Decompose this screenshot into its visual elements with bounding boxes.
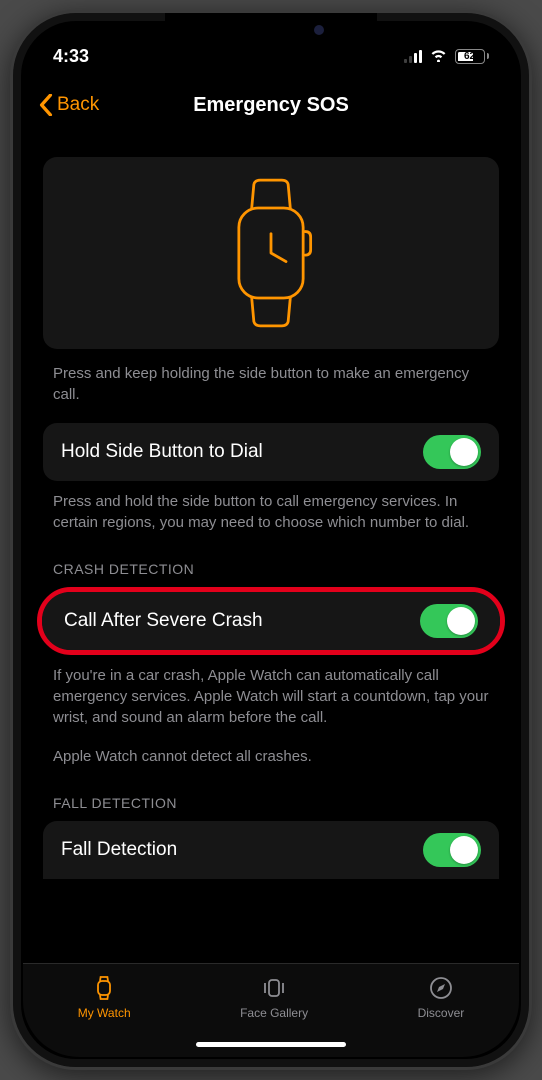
watch-icon <box>228 178 314 328</box>
tab-discover[interactable]: Discover <box>418 974 465 1020</box>
crash-row-highlight: Call After Severe Crash <box>37 587 505 655</box>
fall-toggle[interactable] <box>423 833 481 867</box>
status-time: 4:33 <box>53 46 89 67</box>
side-button[interactable] <box>529 271 532 377</box>
hold-description: Press and hold the side button to call e… <box>43 481 499 533</box>
hold-toggle[interactable] <box>423 435 481 469</box>
chevron-left-icon <box>39 94 53 116</box>
watch-tab-icon <box>90 974 118 1002</box>
fall-section-header: FALL DETECTION <box>43 767 499 821</box>
tab-face-gallery-label: Face Gallery <box>240 1006 308 1020</box>
tab-face-gallery[interactable]: Face Gallery <box>240 974 308 1020</box>
hold-label: Hold Side Button to Dial <box>61 441 263 463</box>
crash-section-header: CRASH DETECTION <box>43 533 499 587</box>
crash-row: Call After Severe Crash <box>42 592 500 650</box>
volume-down-button[interactable] <box>10 327 13 393</box>
hero-description: Press and keep holding the side button t… <box>43 349 499 405</box>
crash-label: Call After Severe Crash <box>64 610 263 632</box>
screen: 4:33 62 Back Emergency SOS <box>23 23 519 1057</box>
nav-bar: Back Emergency SOS <box>23 79 519 131</box>
fall-label: Fall Detection <box>61 839 177 861</box>
crash-note: Apple Watch cannot detect all crashes. <box>43 728 499 767</box>
battery-icon: 62 <box>455 49 490 64</box>
cellular-icon <box>404 49 422 63</box>
home-indicator[interactable] <box>196 1042 346 1047</box>
notch <box>168 13 374 47</box>
content[interactable]: Press and keep holding the side button t… <box>23 131 519 971</box>
page-title: Emergency SOS <box>193 94 349 117</box>
crash-toggle[interactable] <box>420 604 478 638</box>
back-button[interactable]: Back <box>39 94 99 116</box>
volume-up-button[interactable] <box>10 245 13 311</box>
hero-illustration <box>43 157 499 349</box>
phone-frame: 4:33 62 Back Emergency SOS <box>10 10 532 1070</box>
mute-switch[interactable] <box>10 183 13 217</box>
fall-row: Fall Detection <box>43 821 499 879</box>
wifi-icon <box>429 46 448 67</box>
gallery-tab-icon <box>260 974 288 1002</box>
tab-my-watch-label: My Watch <box>78 1006 131 1020</box>
battery-level: 62 <box>455 49 485 64</box>
hold-side-button-row: Hold Side Button to Dial <box>43 423 499 481</box>
tab-my-watch[interactable]: My Watch <box>78 974 131 1020</box>
compass-tab-icon <box>427 974 455 1002</box>
crash-description: If you're in a car crash, Apple Watch ca… <box>43 655 499 728</box>
back-label: Back <box>57 94 99 116</box>
tab-discover-label: Discover <box>418 1006 465 1020</box>
